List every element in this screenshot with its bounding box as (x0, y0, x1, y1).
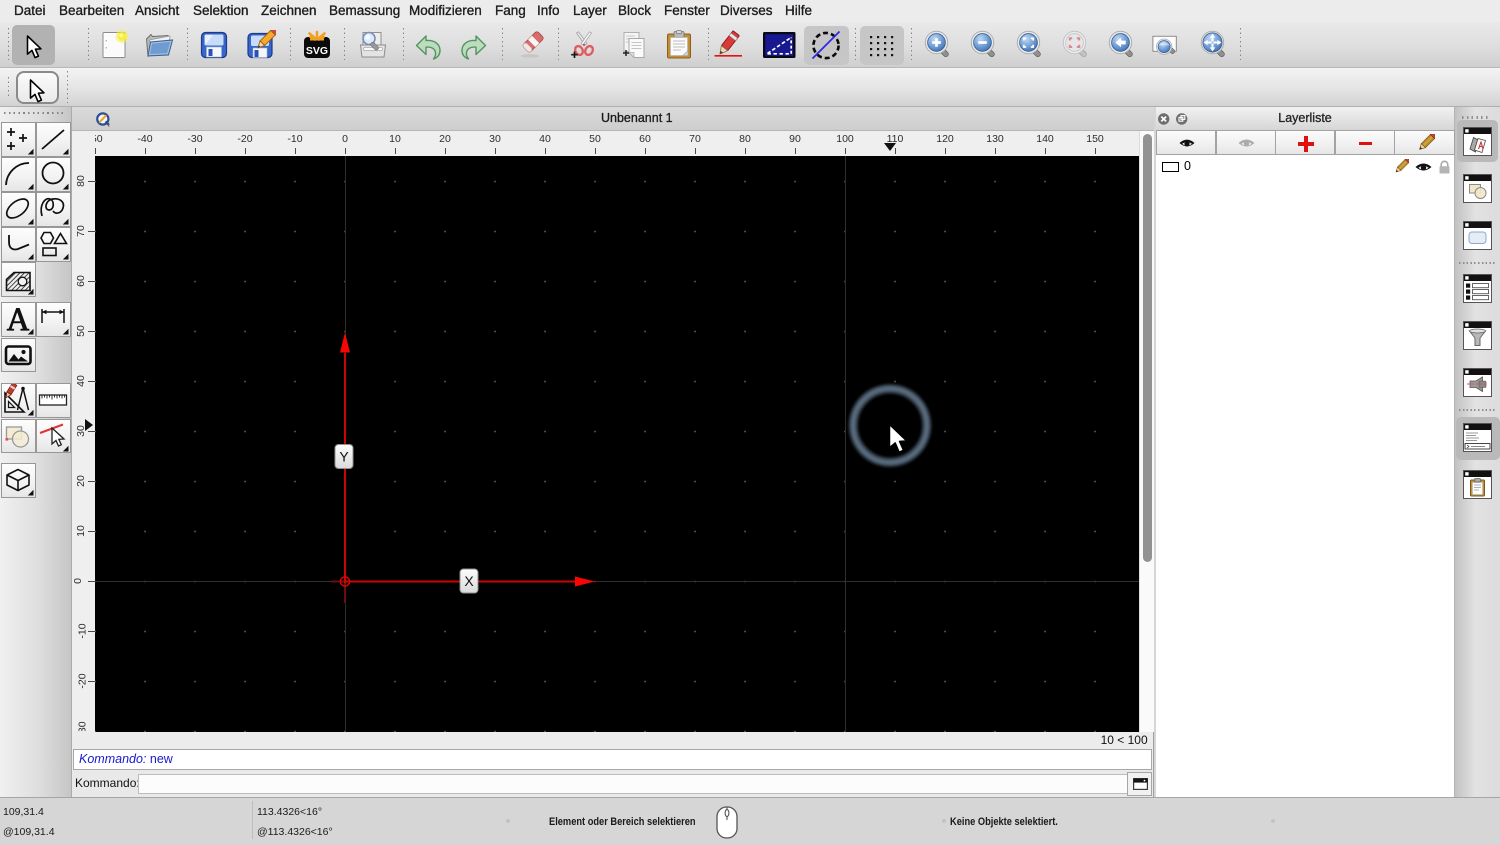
svg-text:Y: Y (339, 448, 349, 464)
svg-text:SVG: SVG (306, 45, 328, 57)
svg-text:X: X (464, 573, 474, 589)
